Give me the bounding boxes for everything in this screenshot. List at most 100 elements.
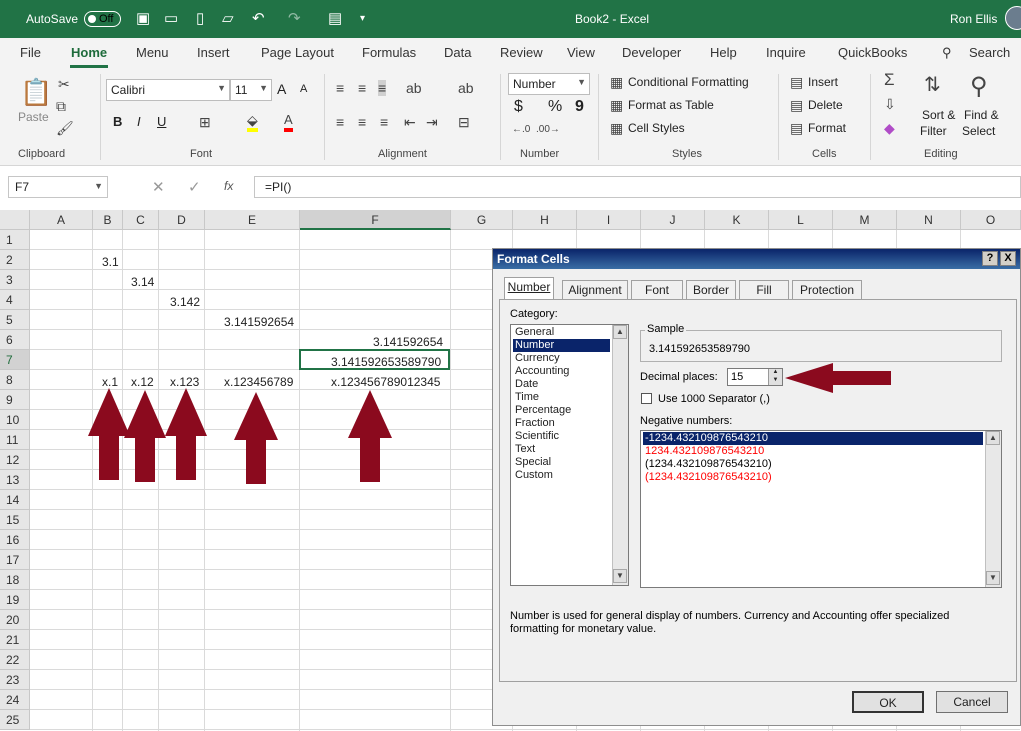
cell-f6[interactable]: 3.141592654	[373, 332, 443, 352]
category-item-number[interactable]: Number	[513, 339, 610, 352]
row-header-18[interactable]: 18	[0, 570, 30, 590]
cancel-entry-icon[interactable]: ✕	[152, 178, 165, 196]
increase-decimal-icon[interactable]: ←.0	[512, 122, 530, 138]
font-name-combo[interactable]: Calibri ▼	[106, 79, 230, 101]
autosum-icon[interactable]: Σ	[884, 71, 895, 88]
format-as-table-button[interactable]: Format as Table	[628, 98, 714, 112]
align-top-icon[interactable]: ≡	[336, 80, 344, 96]
cell-b2[interactable]: 3.1	[102, 252, 119, 272]
separator-checkbox[interactable]	[641, 393, 652, 404]
merge-center-icon[interactable]: ⊟	[458, 114, 470, 130]
row-header-13[interactable]: 13	[0, 470, 30, 490]
scroll-up-icon[interactable]: ▲	[613, 325, 627, 339]
negative-format-option[interactable]: (1234.432109876543210)	[643, 458, 983, 471]
tab-data[interactable]: Data	[444, 45, 471, 60]
insert-function-button[interactable]: fx	[224, 179, 233, 193]
column-header-f[interactable]: F	[300, 210, 451, 230]
delete-button[interactable]: Delete	[808, 98, 843, 112]
confirm-entry-icon[interactable]: ✓	[188, 178, 201, 196]
spin-down-icon[interactable]: ▼	[768, 377, 782, 385]
category-scrollbar[interactable]: ▲ ▼	[612, 325, 628, 585]
customize-qat-icon[interactable]: ▾	[360, 10, 365, 28]
category-item-accounting[interactable]: Accounting	[513, 365, 610, 378]
help-button[interactable]: ?	[982, 251, 998, 266]
shrink-font-button[interactable]: A	[300, 83, 307, 95]
underline-button[interactable]: U	[157, 114, 166, 129]
column-header-j[interactable]: J	[641, 210, 705, 230]
category-item-currency[interactable]: Currency	[513, 352, 610, 365]
open-icon[interactable]: ▱	[222, 10, 234, 28]
negative-format-option[interactable]: (1234.432109876543210)	[643, 471, 983, 484]
insert-button[interactable]: Insert	[808, 75, 838, 89]
column-header-l[interactable]: L	[769, 210, 833, 230]
tab-home[interactable]: Home	[71, 45, 107, 60]
tab-protection[interactable]: Protection	[792, 280, 862, 299]
italic-button[interactable]: I	[137, 114, 141, 129]
find-label[interactable]: Find &	[964, 108, 999, 122]
tab-help[interactable]: Help	[710, 45, 737, 60]
folder-icon[interactable]: ▭	[164, 10, 178, 28]
percent-button[interactable]: %	[548, 98, 562, 116]
increase-indent-icon[interactable]: ⇥	[426, 114, 438, 130]
row-header-12[interactable]: 12	[0, 450, 30, 470]
scroll-up-icon[interactable]: ▲	[986, 431, 1000, 445]
row-header-22[interactable]: 22	[0, 650, 30, 670]
row-header-7[interactable]: 7	[0, 350, 30, 370]
row-header-5[interactable]: 5	[0, 310, 30, 330]
align-right-icon[interactable]: ≡	[380, 114, 388, 130]
cell-c8[interactable]: x.12	[131, 372, 154, 392]
paste-icon[interactable]: 📋	[20, 78, 52, 106]
tab-file[interactable]: File	[20, 45, 41, 60]
wrap-text-icon[interactable]: ab	[458, 80, 474, 96]
filter-label[interactable]: Filter	[920, 124, 947, 138]
category-item-general[interactable]: General	[513, 326, 610, 339]
tab-border[interactable]: Border	[686, 280, 736, 299]
tab-review[interactable]: Review	[500, 45, 543, 60]
redo-icon[interactable]: ↷	[288, 10, 301, 28]
decimal-places-stepper[interactable]: 15 ▲ ▼	[727, 368, 783, 386]
align-middle-icon[interactable]: ≡	[358, 80, 366, 96]
save-icon[interactable]: ▣	[136, 10, 150, 28]
sort-label[interactable]: Sort &	[922, 108, 955, 122]
row-header-4[interactable]: 4	[0, 290, 30, 310]
row-header-16[interactable]: 16	[0, 530, 30, 550]
formula-input[interactable]: =PI()	[254, 176, 1021, 198]
row-header-25[interactable]: 25	[0, 710, 30, 730]
column-header-i[interactable]: I	[577, 210, 641, 230]
column-header-c[interactable]: C	[123, 210, 159, 230]
comma-button[interactable]: 9	[575, 98, 584, 116]
close-button[interactable]: X	[1000, 251, 1016, 266]
tab-menu[interactable]: Menu	[136, 45, 169, 60]
tab-font[interactable]: Font	[631, 280, 683, 299]
select-label[interactable]: Select	[962, 124, 995, 138]
avatar[interactable]	[1005, 6, 1021, 30]
name-box[interactable]: F7 ▼	[8, 176, 108, 198]
cell-styles-button[interactable]: Cell Styles	[628, 121, 685, 135]
borders-icon[interactable]: ⊞	[199, 114, 211, 130]
row-header-15[interactable]: 15	[0, 510, 30, 530]
align-center-icon[interactable]: ≡	[358, 114, 366, 130]
category-item-time[interactable]: Time	[513, 391, 610, 404]
format-button[interactable]: Format	[808, 121, 846, 135]
copy-icon[interactable]: ⧉	[56, 98, 66, 114]
cell-f7[interactable]: 3.141592653589790	[331, 352, 441, 372]
fill-color-icon[interactable]: ⬙	[247, 112, 258, 132]
column-header-e[interactable]: E	[205, 210, 300, 230]
category-item-percentage[interactable]: Percentage	[513, 404, 610, 417]
tab-fill[interactable]: Fill	[739, 280, 789, 299]
row-header-23[interactable]: 23	[0, 670, 30, 690]
column-header-k[interactable]: K	[705, 210, 769, 230]
decrease-decimal-icon[interactable]: .00→	[536, 122, 560, 138]
cell-f8[interactable]: x.123456789012345	[331, 372, 440, 392]
row-header-17[interactable]: 17	[0, 550, 30, 570]
tab-inquire[interactable]: Inquire	[766, 45, 806, 60]
cancel-button[interactable]: Cancel	[936, 691, 1008, 713]
column-header-m[interactable]: M	[833, 210, 897, 230]
category-item-scientific[interactable]: Scientific	[513, 430, 610, 443]
cell-e5[interactable]: 3.141592654	[224, 312, 294, 332]
row-header-19[interactable]: 19	[0, 590, 30, 610]
row-header-9[interactable]: 9	[0, 390, 30, 410]
row-header-11[interactable]: 11	[0, 430, 30, 450]
negative-scrollbar[interactable]: ▲ ▼	[985, 431, 1001, 587]
row-header-20[interactable]: 20	[0, 610, 30, 630]
